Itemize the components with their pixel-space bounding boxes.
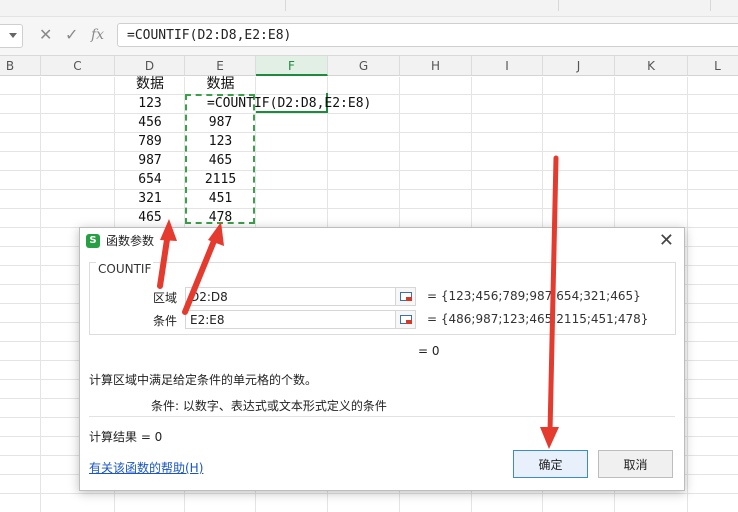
cell-d6[interactable]: 654	[115, 170, 185, 189]
grid-row-line	[0, 189, 738, 190]
cell-d4[interactable]: 789	[115, 132, 185, 151]
cell-d7[interactable]: 321	[115, 189, 185, 208]
cell-d3[interactable]: 456	[115, 113, 185, 132]
cell-d2[interactable]: 123	[115, 94, 185, 113]
column-header-e[interactable]: E	[185, 56, 256, 76]
grid-row-line	[0, 151, 738, 152]
ok-button[interactable]: 确定	[513, 450, 588, 478]
fx-icon[interactable]: fx	[91, 26, 104, 44]
column-header-h[interactable]: H	[400, 56, 472, 76]
function-help-link[interactable]: 有关该函数的帮助(H)	[89, 459, 203, 476]
cell-ref-arrow-icon	[406, 297, 412, 301]
column-header-j[interactable]: J	[543, 56, 615, 76]
column-header-l[interactable]: L	[688, 56, 738, 76]
name-box[interactable]	[0, 24, 23, 48]
chevron-down-icon[interactable]	[9, 33, 17, 38]
grid-row-line	[0, 170, 738, 171]
cell-d1[interactable]: 数据	[115, 75, 185, 94]
formula-input[interactable]: =COUNTIF(D2:D8,E2:E8)	[117, 23, 738, 47]
title-strip	[0, 0, 738, 17]
column-header-k[interactable]: K	[615, 56, 688, 76]
strip-divider	[710, 0, 711, 11]
criteria-preview: = {486;987;123;465;2115;451;478}	[427, 312, 649, 326]
grid-row-line	[0, 493, 738, 494]
cell-ref-arrow-icon	[406, 320, 412, 324]
function-name: COUNTIF	[96, 262, 154, 276]
close-icon[interactable]: ✕	[659, 230, 674, 251]
column-header-c[interactable]: C	[41, 56, 115, 76]
arguments-group: COUNTIF 区域 D2:D8 = {123;456;789;987;654;…	[89, 262, 676, 335]
range-preview: = {123;456;789;987;654;321;465}	[427, 289, 641, 303]
criteria-select-button[interactable]	[395, 310, 416, 329]
column-header-f[interactable]: F	[256, 56, 328, 76]
cell-d8[interactable]: 465	[115, 208, 185, 227]
check-icon[interactable]: ✓	[65, 26, 78, 44]
column-header-b[interactable]: B	[0, 56, 41, 76]
grid-column-line	[687, 77, 688, 512]
grid-column-line	[40, 77, 41, 512]
sheet-app-icon: S	[86, 234, 100, 248]
dialog-divider	[89, 416, 675, 417]
arg-label-criteria: 条件	[153, 314, 178, 328]
range-input[interactable]: D2:D8	[185, 287, 395, 306]
column-header-i[interactable]: I	[472, 56, 543, 76]
function-description: 计算区域中满足给定条件的单元格的个数。	[89, 373, 318, 387]
calculation-result: 计算结果 = 0	[89, 430, 163, 444]
grid-row-line	[0, 113, 738, 114]
cell-e1[interactable]: 数据	[185, 75, 256, 94]
function-arguments-dialog: S 函数参数 ✕ COUNTIF 区域 D2:D8 = {123;456;789…	[79, 227, 685, 491]
cancel-button[interactable]: 取消	[598, 450, 673, 478]
range-select-button[interactable]	[395, 287, 416, 306]
column-header-g[interactable]: G	[328, 56, 400, 76]
cell-d5[interactable]: 987	[115, 151, 185, 170]
column-header-d[interactable]: D	[115, 56, 185, 76]
grid-row-line	[0, 208, 738, 209]
strip-divider	[558, 0, 559, 11]
reference-range-highlight	[185, 94, 255, 224]
close-icon[interactable]: ✕	[39, 26, 52, 44]
dialog-title: 函数参数	[106, 234, 155, 248]
strip-divider	[285, 0, 286, 11]
formula-bar: ✕ ✓ fx =COUNTIF(D2:D8,E2:E8)	[0, 17, 738, 56]
arg-label-range: 区域	[153, 291, 178, 305]
cell-f2-formula[interactable]: =COUNTIF(D2:D8,E2:E8)	[207, 94, 387, 113]
dialog-titlebar[interactable]: S 函数参数 ✕	[80, 228, 684, 254]
parameter-description: 条件: 以数字、表达式或文本形式定义的条件	[151, 399, 387, 413]
criteria-input[interactable]: E2:E8	[185, 310, 395, 329]
result-equals: = 0	[418, 344, 440, 358]
grid-row-line	[0, 132, 738, 133]
